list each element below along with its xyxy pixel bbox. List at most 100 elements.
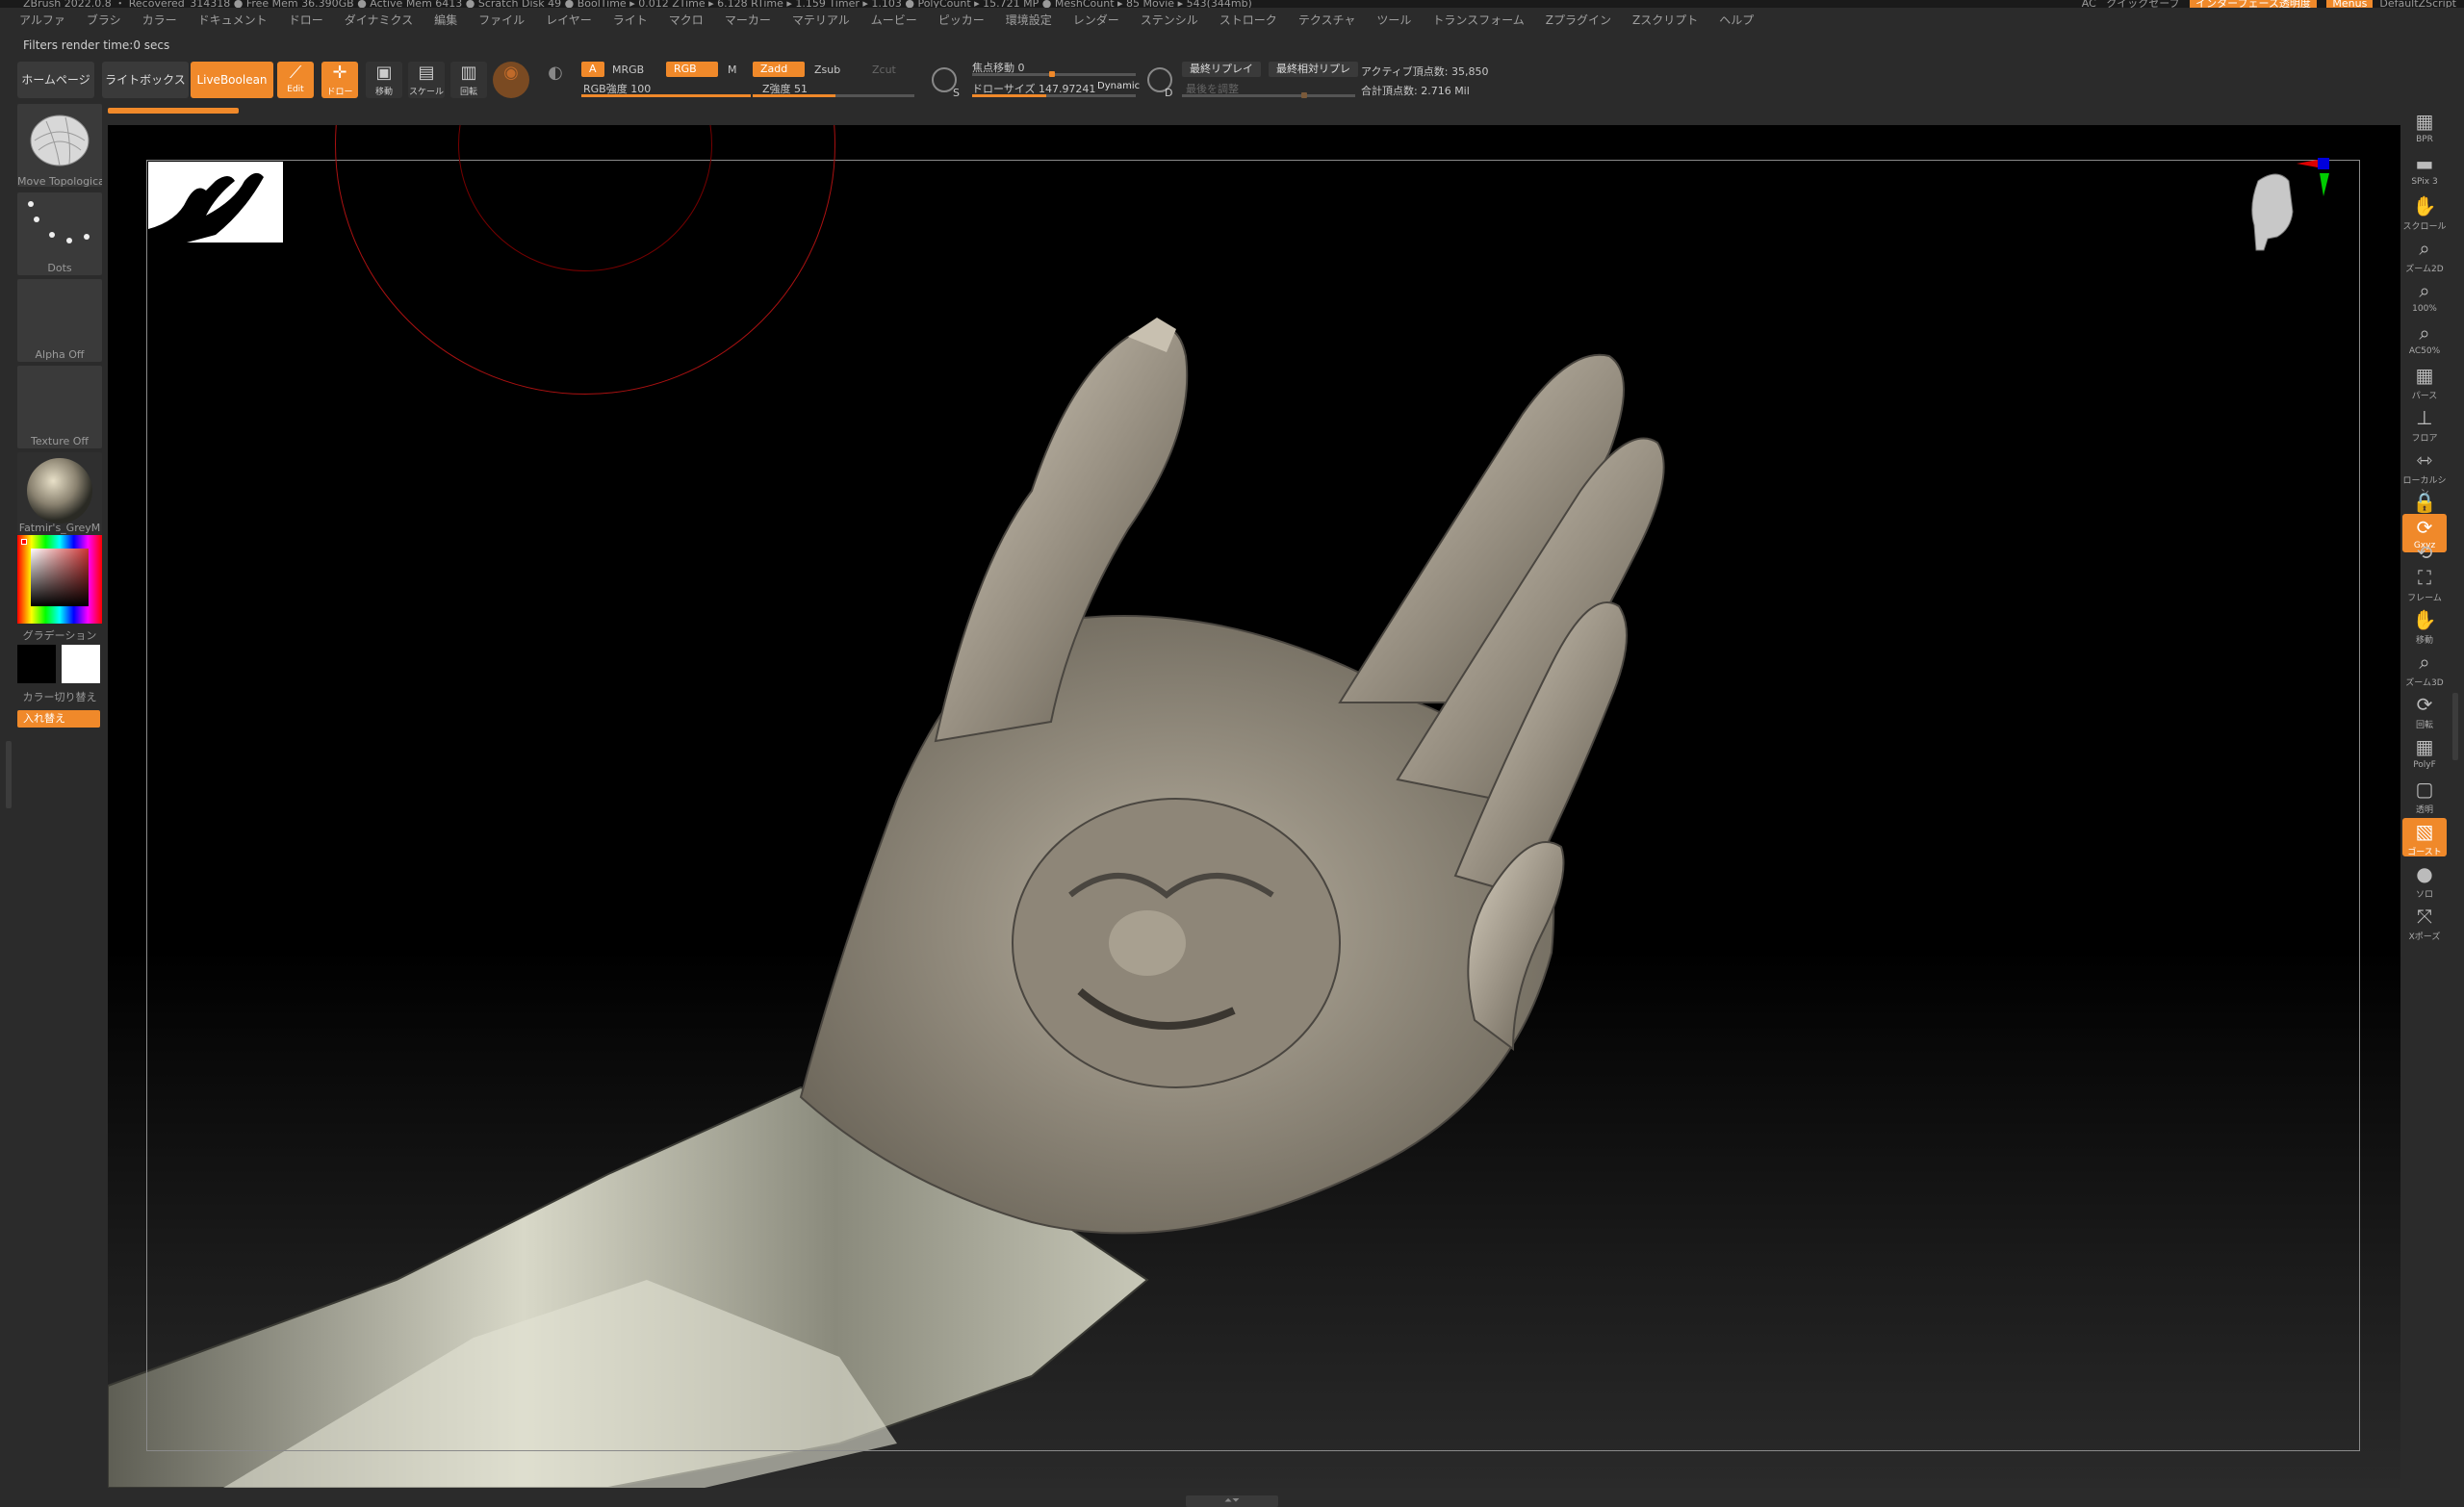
liveboolean-button[interactable]: LiveBoolean	[191, 62, 273, 98]
scroll-icon: ✋	[2412, 194, 2437, 217]
focal-shift-knob[interactable]	[1049, 71, 1055, 77]
menu-item[interactable]: アルファ	[19, 13, 65, 27]
right-shelf-bpr-button[interactable]: ▦ BPR	[2402, 108, 2447, 146]
menu-item[interactable]: ドロー	[289, 13, 323, 27]
default-script-button[interactable]: DefaultZScript	[2379, 0, 2456, 8]
edit-button[interactable]: ⟋ Edit	[277, 62, 314, 98]
right-shelf-perspective-button[interactable]: ▦ パース	[2402, 362, 2447, 401]
gradient-label[interactable]: グラデーション	[17, 627, 102, 643]
dynamic-toggle[interactable]: Dynamic	[1097, 81, 1140, 91]
z-axis-marker	[2318, 158, 2329, 169]
m-toggle[interactable]: M	[728, 64, 737, 76]
rgb-intensity-slider[interactable]	[581, 94, 751, 97]
left-tray-handle[interactable]	[6, 741, 12, 808]
move-icon: ✋	[2412, 608, 2437, 631]
final-replay-button[interactable]: 最終リプレイ	[1182, 62, 1261, 77]
switch-color-label[interactable]: カラー切り替え	[17, 689, 102, 704]
swap-colors-button[interactable]: 入れ替え	[17, 710, 100, 728]
lightbox-button[interactable]: ライトボックス	[102, 62, 189, 98]
menu-item[interactable]: マテリアル	[792, 13, 850, 27]
focal-shift-slider[interactable]	[972, 71, 1136, 77]
menu-item[interactable]: トランスフォーム	[1432, 13, 1524, 27]
right-shelf-move-button[interactable]: ✋ 移動	[2402, 606, 2447, 646]
right-shelf-label: パース	[2411, 392, 2438, 401]
right-shelf-floor-button[interactable]: ⊥ フロア	[2402, 404, 2447, 444]
menu-item[interactable]: テクスチャ	[1298, 13, 1356, 27]
right-shelf-ac50-button[interactable]: ⌕ AC50%	[2402, 319, 2447, 358]
menu-item[interactable]: レイヤー	[546, 13, 592, 27]
right-shelf-ghost-button[interactable]: ▧ ゴースト	[2402, 818, 2447, 857]
right-shelf-zoom2d-button[interactable]: ⌕ ズーム2D	[2402, 235, 2447, 274]
gizmo-button[interactable]: ◐	[537, 62, 574, 98]
menu-item[interactable]: Zプラグイン	[1546, 13, 1611, 27]
rotate-button[interactable]: ▥ 回転	[450, 62, 487, 98]
menu-item[interactable]: ストローク	[1219, 13, 1277, 27]
menu-item[interactable]: ヘルプ	[1719, 13, 1754, 27]
home-page-button[interactable]: ホームページ	[17, 62, 94, 98]
right-shelf-polyf-button[interactable]: ▦ PolyF	[2402, 733, 2447, 772]
right-shelf-zoom100-button[interactable]: ⌕ 100%	[2402, 277, 2447, 316]
adjust-last-knob[interactable]	[1301, 92, 1307, 98]
hue-marker[interactable]	[21, 539, 27, 545]
color-picker[interactable]	[17, 535, 102, 624]
rgb-intensity-fill	[581, 94, 751, 97]
draw-size-slider[interactable]	[972, 94, 1136, 97]
right-shelf-local-sym-button[interactable]: ⇿ ローカルシン	[2402, 447, 2447, 498]
menu-item[interactable]: ファイル	[478, 13, 525, 27]
saturation-square[interactable]	[31, 549, 89, 606]
alpha-toggle[interactable]: A	[581, 62, 604, 77]
scale-button[interactable]: ▤ スケール	[408, 62, 445, 98]
right-shelf-label: スクロール	[2402, 222, 2447, 232]
right-shelf-scroll-button[interactable]: ✋ スクロール	[2402, 192, 2447, 232]
menu-item[interactable]: ツール	[1376, 13, 1411, 27]
zadd-toggle[interactable]: Zadd	[753, 62, 805, 77]
menus-button[interactable]: Menus	[2326, 0, 2374, 8]
right-shelf-xpose-button[interactable]: ⤧ Xポーズ	[2402, 903, 2447, 942]
right-tray-handle[interactable]	[2452, 693, 2458, 760]
menu-item[interactable]: ステンシル	[1141, 13, 1198, 27]
ac-label[interactable]: AC	[2082, 0, 2096, 8]
right-shelf-label: BPR	[2416, 135, 2433, 144]
menu-item[interactable]: ダイナミクス	[345, 13, 413, 27]
menu-item[interactable]: レンダー	[1073, 13, 1119, 27]
move-button[interactable]: ▣ 移動	[366, 62, 402, 98]
right-shelf-zoom3d-button[interactable]: ⌕ ズーム3D	[2402, 649, 2447, 688]
hand-silhouette-icon	[148, 172, 264, 243]
right-shelf-transp-button[interactable]: ▢ 透明	[2402, 776, 2447, 815]
menu-item[interactable]: マーカー	[725, 13, 771, 27]
right-shelf-solo-button[interactable]: ● ソロ	[2402, 860, 2447, 900]
mrgb-toggle[interactable]: MRGB	[612, 64, 644, 76]
rgb-toggle[interactable]: RGB	[666, 62, 718, 77]
secondary-color-swatch[interactable]	[17, 645, 56, 683]
ui-transparency-slider[interactable]: インターフェース透明度	[2190, 0, 2317, 8]
z-intensity-slider[interactable]	[753, 94, 914, 97]
head-gizmo-icon	[2251, 173, 2294, 251]
right-shelf-label: ゴースト	[2407, 848, 2442, 857]
menu-item[interactable]: マクロ	[669, 13, 704, 27]
local-sym-icon: ⇿	[2416, 448, 2433, 472]
menu-item[interactable]: Zスクリプト	[1632, 13, 1698, 27]
menu-item[interactable]: ライト	[613, 13, 648, 27]
bottom-tray-handle[interactable]: ⏶⏷	[1186, 1495, 1278, 1507]
menu-item[interactable]: 環境設定	[1006, 13, 1052, 27]
right-shelf-rotate-button[interactable]: ⟳ 回転	[2402, 691, 2447, 730]
zcut-toggle[interactable]: Zcut	[872, 64, 896, 76]
quicksave-button[interactable]: クイックセーブ	[2106, 0, 2179, 8]
menu-item[interactable]: 編集	[434, 13, 457, 27]
menu-item[interactable]: ブラシ	[87, 13, 121, 27]
navigation-gizmo[interactable]	[2235, 158, 2350, 293]
menu-item[interactable]: カラー	[142, 13, 177, 27]
material-sphere-button[interactable]: ◉	[493, 62, 529, 98]
primary-color-swatch[interactable]	[62, 645, 100, 683]
draw-button[interactable]: ✛ ドロー	[321, 62, 358, 98]
final-relative-replay-button[interactable]: 最終相対リプレ	[1269, 62, 1358, 77]
texture-label: Texture Off	[30, 435, 89, 447]
document-canvas[interactable]	[108, 125, 2400, 1488]
right-shelf-frame-button[interactable]: ⛶ フレーム	[2402, 564, 2447, 603]
menu-item[interactable]: ムービー	[871, 13, 917, 27]
menu-item[interactable]: ピッカー	[938, 13, 985, 27]
right-shelf-spix-button[interactable]: ▬ SPix 3	[2402, 150, 2447, 189]
menu-item[interactable]: ドキュメント	[198, 13, 268, 27]
adjust-last-slider[interactable]	[1182, 92, 1355, 98]
zsub-toggle[interactable]: Zsub	[814, 64, 840, 76]
